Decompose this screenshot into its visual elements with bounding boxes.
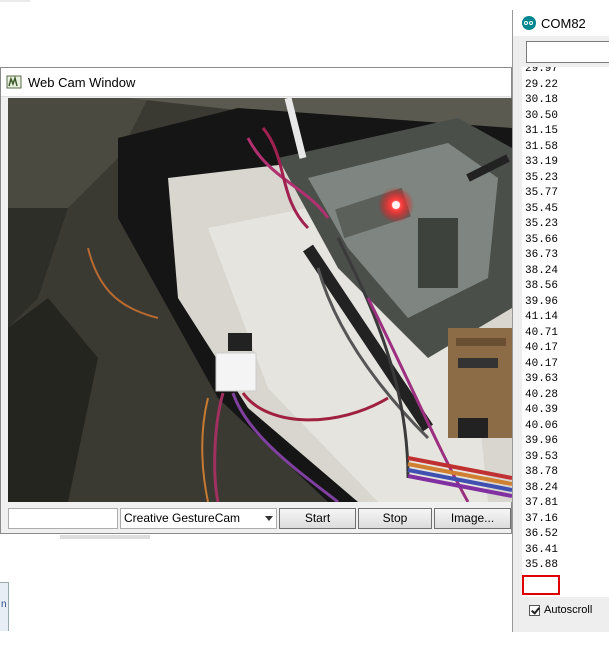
serial-reading-line: 38.78 [525, 466, 559, 478]
camera-select[interactable]: Creative GestureCam [120, 508, 277, 529]
webcam-titlebar[interactable]: Web Cam Window [1, 68, 511, 97]
serial-reading-line: 36.73 [525, 249, 559, 261]
image-button[interactable]: Image... [434, 508, 511, 529]
serial-reading-line: 33.19 [525, 156, 559, 168]
serial-reading-line: 36.41 [525, 543, 559, 556]
serial-reading-line: 38.24 [525, 264, 559, 277]
background-fragment-text: n [1, 599, 7, 610]
serial-reading-line: 40.71 [525, 326, 559, 339]
serial-reading-line: 39.63 [525, 373, 559, 385]
serial-reading-line: 30.50 [525, 109, 559, 122]
autoscroll-label: Autoscroll [544, 604, 593, 616]
serial-reading-line: 40.17 [525, 342, 559, 354]
webcam-window: Web Cam Window Creative GestureCam Start… [0, 67, 512, 534]
serial-reading-line: 37.81 [525, 497, 559, 509]
webcam-window-title: Web Cam Window [28, 74, 136, 90]
serial-reading-line: 30.18 [525, 94, 559, 106]
background-window-edge [60, 535, 150, 539]
serial-reading-line: 35.23 [525, 171, 559, 184]
stop-button[interactable]: Stop [358, 508, 432, 529]
arduino-logo-icon [522, 16, 536, 30]
camera-select-value: Creative GestureCam [124, 511, 241, 525]
webcam-video-feed [8, 98, 512, 502]
serial-reading-line: 40.06 [525, 419, 559, 432]
serial-send-input[interactable] [526, 41, 609, 63]
serial-reading-line: 35.77 [525, 187, 559, 199]
webcam-status-field [8, 508, 118, 529]
serial-monitor-title: COM82 [541, 15, 586, 31]
serial-reading-line: 40.28 [525, 388, 559, 401]
dropdown-arrow-icon[interactable] [265, 516, 273, 521]
background-window-fragment: n [0, 582, 9, 631]
serial-reading-line: 35.88 [525, 559, 559, 571]
serial-monitor-footer: Autoscroll [529, 604, 592, 616]
background-window-edge [0, 0, 30, 2]
serial-reading-line: 40.17 [525, 357, 559, 370]
serial-reading-line: 35.66 [525, 233, 559, 246]
serial-reading-line: 29.97 [525, 67, 559, 75]
webcam-frame-image [8, 98, 512, 502]
serial-monitor-titlebar[interactable]: COM82 [513, 10, 609, 36]
serial-reading-line: 29.22 [525, 78, 559, 91]
serial-reading-line: 37.16 [525, 512, 559, 525]
serial-reading-line: 39.53 [525, 450, 559, 463]
serial-monitor-window: COM82 29.97 29.22 30.18 30.50 31.15 31.58 33.1… [512, 10, 609, 632]
serial-reading-line: 39.96 [525, 295, 559, 308]
serial-reading-line: 36.52 [525, 528, 559, 540]
serial-reading-line: 35.45 [525, 202, 559, 215]
serial-readings-list: 29.97 29.22 30.18 30.50 31.15 31.58 33.19 35.23… [525, 67, 558, 574]
serial-reading-line: 31.15 [525, 125, 559, 137]
autoscroll-checkbox[interactable] [529, 604, 540, 616]
webcam-app-icon [6, 75, 22, 89]
serial-reading-line: 31.58 [525, 140, 559, 153]
serial-reading-line: 41.14 [525, 311, 559, 323]
serial-output-area[interactable]: 29.97 29.22 30.18 30.50 31.15 31.58 33.19 35.23… [522, 67, 609, 597]
serial-reading-line: 35.23 [525, 218, 559, 230]
serial-reading-line: 40.39 [525, 404, 559, 416]
webcam-toolbar: Creative GestureCam Start Stop Image... [8, 508, 511, 530]
serial-reading-line: 39.96 [525, 435, 559, 447]
start-button[interactable]: Start [279, 508, 356, 529]
serial-reading-line: 38.24 [525, 481, 559, 494]
serial-reading-line: 38.56 [525, 280, 559, 292]
highlight-box [522, 575, 560, 595]
